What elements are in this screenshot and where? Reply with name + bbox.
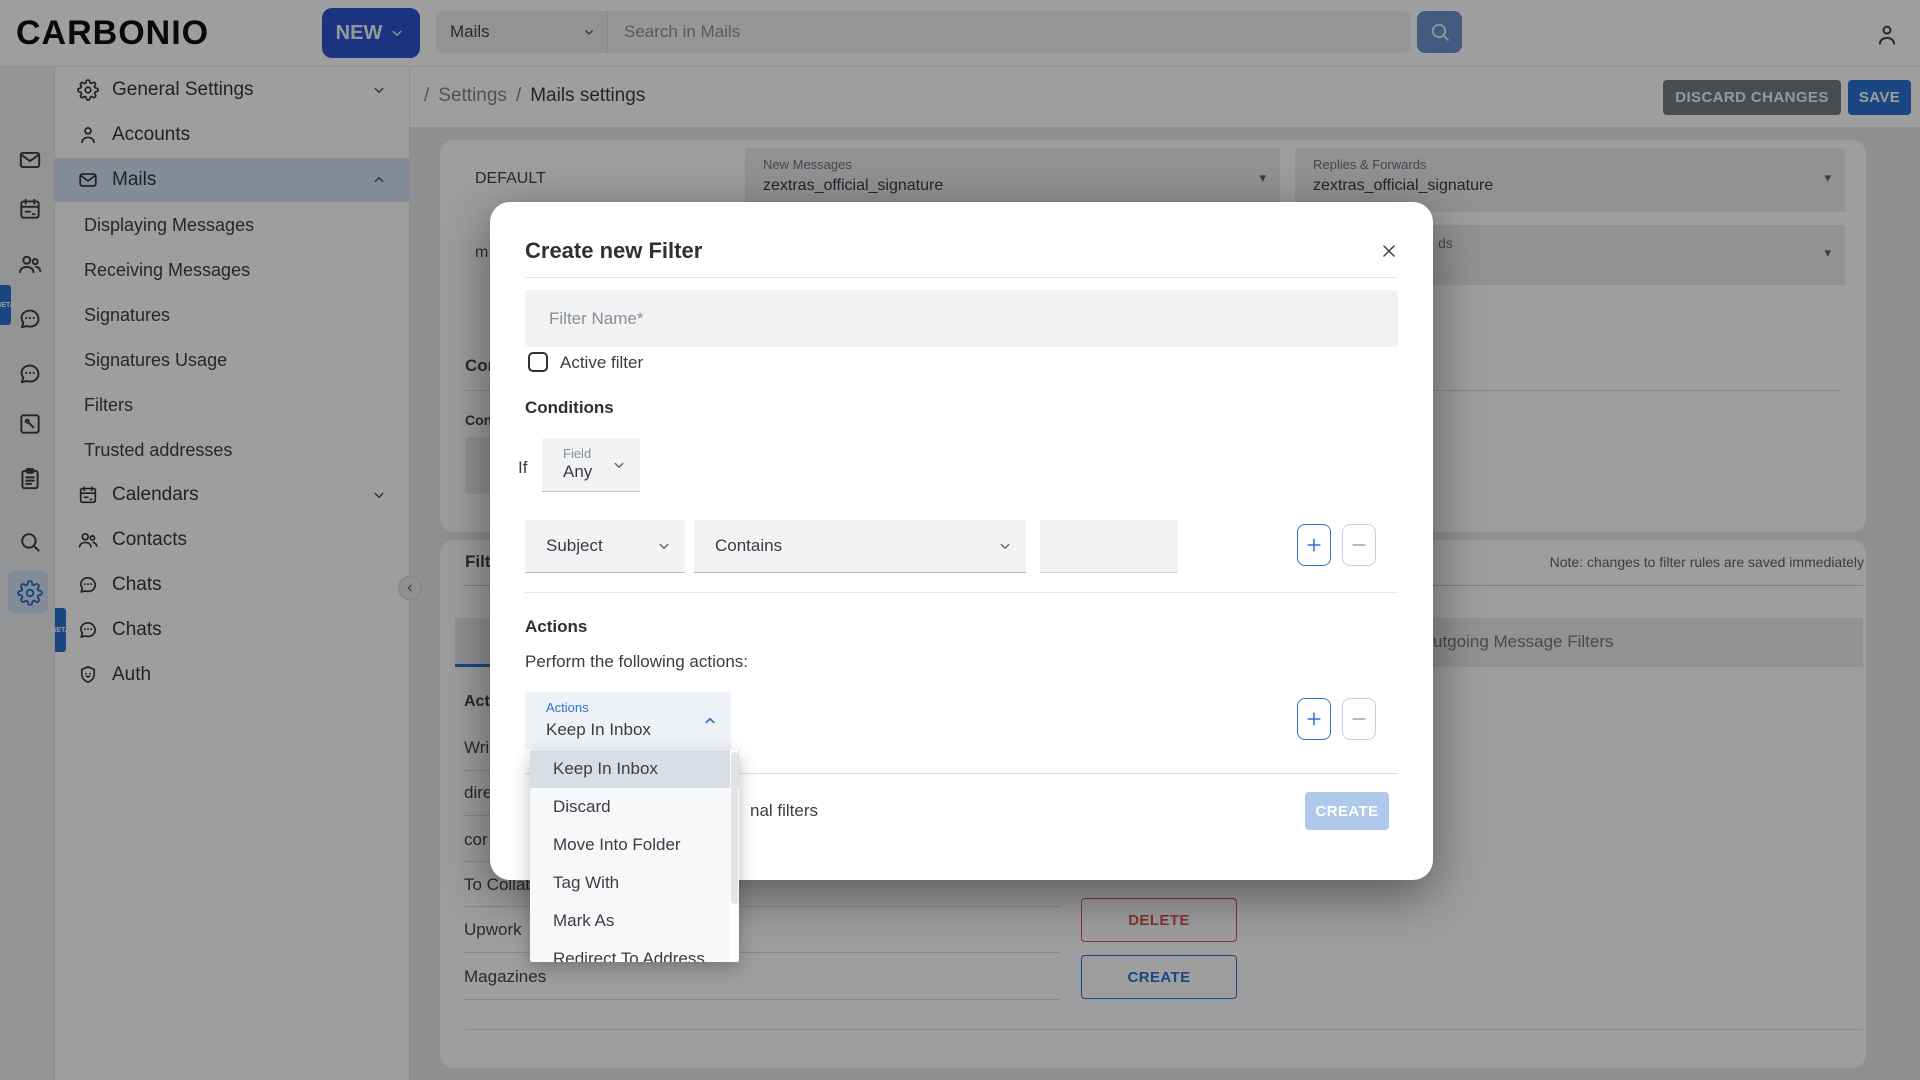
actions-select[interactable]: Actions Keep In Inbox [525, 692, 731, 749]
minus-icon [1349, 709, 1369, 729]
select-value: Any [563, 462, 592, 482]
plus-icon [1304, 535, 1324, 555]
menu-item-tag-with[interactable]: Tag With [530, 864, 739, 902]
add-action-button[interactable] [1297, 698, 1331, 740]
menu-item-discard[interactable]: Discard [530, 788, 739, 826]
active-filter-checkbox[interactable] [528, 352, 548, 372]
condition-field-select[interactable]: Field Any [542, 438, 640, 492]
create-button-disabled[interactable]: CREATE [1305, 792, 1389, 830]
condition-subject-select[interactable]: Subject [525, 520, 685, 573]
minus-icon [1349, 535, 1369, 555]
if-label: If [518, 458, 527, 478]
divider [525, 277, 1398, 278]
select-value: Keep In Inbox [546, 720, 651, 740]
select-label: Field [563, 446, 591, 461]
actions-description: Perform the following actions: [525, 652, 748, 672]
filter-name-input[interactable] [525, 290, 1398, 347]
menu-item-redirect-to-address[interactable]: Redirect To Address [530, 940, 739, 962]
chevron-down-icon [610, 456, 628, 474]
add-condition-button[interactable] [1297, 524, 1331, 566]
actions-heading: Actions [525, 617, 587, 637]
process-additional-filters-label-fragment: nal filters [750, 801, 818, 821]
select-value: Contains [715, 536, 782, 556]
condition-operator-select[interactable]: Contains [694, 520, 1026, 573]
condition-value-input[interactable] [1040, 520, 1178, 573]
menu-scrollbar-thumb[interactable] [731, 752, 738, 904]
conditions-heading: Conditions [525, 398, 614, 418]
chevron-up-icon [701, 712, 719, 730]
active-filter-label: Active filter [560, 353, 643, 373]
chevron-down-icon [655, 537, 673, 555]
menu-item-mark-as[interactable]: Mark As [530, 902, 739, 940]
remove-condition-button[interactable] [1342, 524, 1376, 566]
menu-item-keep-in-inbox[interactable]: Keep In Inbox [530, 750, 739, 788]
app-root: CARBONIO NEW Mails [0, 0, 1920, 1080]
chevron-down-icon [996, 537, 1014, 555]
select-label: Actions [546, 700, 589, 715]
plus-icon [1304, 709, 1324, 729]
modal-title: Create new Filter [525, 238, 702, 264]
divider [525, 592, 1398, 593]
menu-item-move-into-folder[interactable]: Move Into Folder [530, 826, 739, 864]
close-icon[interactable] [1378, 240, 1402, 264]
select-value: Subject [546, 536, 603, 556]
remove-action-button[interactable] [1342, 698, 1376, 740]
actions-dropdown-menu: Keep In Inbox Discard Move Into Folder T… [530, 750, 739, 962]
